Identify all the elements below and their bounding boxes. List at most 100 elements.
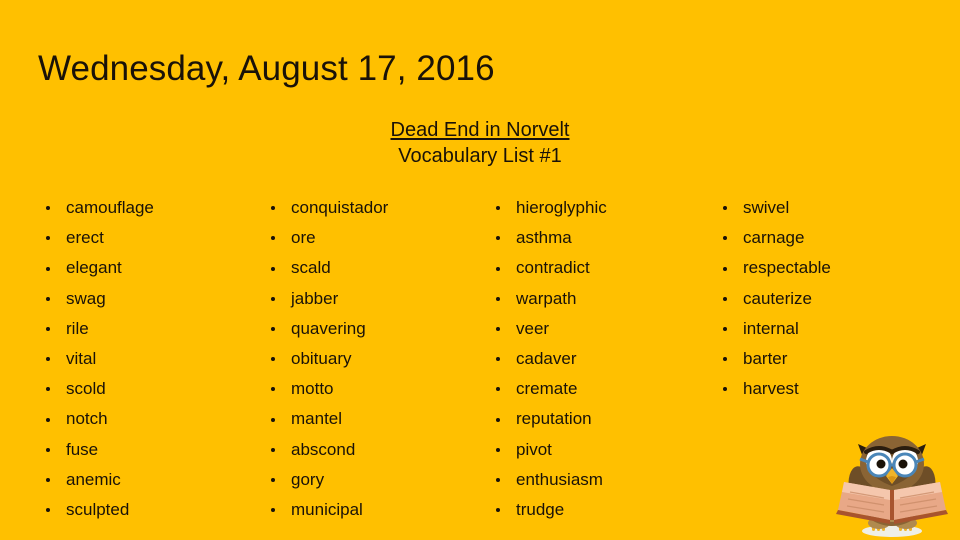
vocabulary-word: cremate: [516, 379, 578, 399]
vocabulary-word: vital: [66, 349, 97, 369]
bullet-icon: [46, 326, 50, 331]
list-item: respectable: [721, 253, 900, 283]
vocabulary-word: swag: [66, 288, 106, 308]
bullet-icon: [46, 266, 50, 271]
list-item: erect: [44, 223, 225, 253]
vocabulary-column-1: conquistador ore scald jabber quavering obitu…: [225, 193, 450, 525]
bullet-icon: [496, 508, 500, 513]
bullet-icon: [496, 387, 500, 392]
page-title: Wednesday, August 17, 2016: [38, 49, 495, 88]
list-item: pivot: [494, 435, 675, 465]
slide-canvas: Wednesday, August 17, 2016 Dead End in N…: [0, 0, 960, 540]
bullet-icon: [46, 417, 50, 422]
vocabulary-word: veer: [516, 318, 550, 338]
vocabulary-word: anemic: [66, 469, 121, 489]
list-item: swag: [44, 284, 225, 314]
list-item: internal: [721, 314, 900, 344]
bullet-icon: [496, 477, 500, 482]
vocabulary-word: asthma: [516, 228, 572, 248]
vocabulary-column-3: swivel carnage respectable cauterize interna…: [675, 193, 900, 404]
list-item: rile: [44, 314, 225, 344]
vocabulary-column-2: hieroglyphic asthma contradict warpath veer c…: [450, 193, 675, 525]
vocabulary-word: scald: [291, 258, 331, 278]
bullet-icon: [271, 206, 275, 211]
bullet-icon: [46, 387, 50, 392]
bullet-icon: [46, 508, 50, 513]
bullet-icon: [271, 266, 275, 271]
subtitle-block: Dead End in Norvelt Vocabulary List #1: [0, 117, 960, 169]
list-item: ore: [269, 223, 450, 253]
vocabulary-columns: camouflage erect elegant swag rile vital scold…: [0, 193, 960, 525]
vocabulary-word: fuse: [66, 439, 99, 459]
list-item: contradict: [494, 253, 675, 283]
bullet-icon: [496, 357, 500, 362]
vocabulary-word: obituary: [291, 349, 352, 369]
bullet-icon: [496, 296, 500, 301]
vocabulary-word: barter: [743, 349, 788, 369]
vocabulary-word: elegant: [66, 258, 122, 278]
bullet-icon: [271, 326, 275, 331]
list-item: barter: [721, 344, 900, 374]
vocabulary-word: camouflage: [66, 198, 154, 217]
bullet-icon: [46, 477, 50, 482]
bullet-icon: [46, 206, 50, 211]
vocabulary-word: hieroglyphic: [516, 198, 607, 217]
bullet-icon: [496, 447, 500, 452]
list-item: hieroglyphic: [494, 193, 675, 223]
vocabulary-word: sculpted: [66, 500, 130, 520]
vocabulary-word: scold: [66, 379, 106, 399]
vocabulary-word: reputation: [516, 409, 592, 429]
bullet-icon: [723, 296, 727, 301]
vocabulary-word: municipal: [291, 500, 363, 520]
list-item: notch: [44, 404, 225, 434]
list-item: cremate: [494, 374, 675, 404]
bullet-icon: [496, 236, 500, 241]
list-item: veer: [494, 314, 675, 344]
vocabulary-word: contradict: [516, 258, 590, 278]
bullet-icon: [496, 417, 500, 422]
list-item: cauterize: [721, 284, 900, 314]
vocabulary-list-1: conquistador ore scald jabber quavering obitu…: [269, 193, 450, 525]
vocabulary-word: cauterize: [743, 288, 812, 308]
bullet-icon: [723, 206, 727, 211]
list-item: mantel: [269, 404, 450, 434]
owl-reading-book-icon: [828, 424, 956, 540]
vocabulary-word: gory: [291, 469, 325, 489]
bullet-icon: [271, 477, 275, 482]
vocabulary-list-0: camouflage erect elegant swag rile vital scold…: [44, 193, 225, 525]
list-item: anemic: [44, 465, 225, 495]
vocabulary-word: pivot: [516, 439, 552, 459]
bullet-icon: [496, 266, 500, 271]
vocabulary-list-2: hieroglyphic asthma contradict warpath veer c…: [494, 193, 675, 525]
book-title: Dead End in Norvelt: [390, 119, 570, 141]
bullet-icon: [723, 357, 727, 362]
vocabulary-word: quavering: [291, 318, 366, 338]
list-item: quavering: [269, 314, 450, 344]
list-item: gory: [269, 465, 450, 495]
bullet-icon: [46, 357, 50, 362]
vocabulary-word: abscond: [291, 439, 356, 459]
vocabulary-word: mantel: [291, 409, 343, 429]
list-item: vital: [44, 344, 225, 374]
bullet-icon: [271, 236, 275, 241]
vocabulary-word: harvest: [743, 379, 799, 399]
vocabulary-word: motto: [291, 379, 334, 399]
list-item: swivel: [721, 193, 900, 223]
list-item: camouflage: [44, 193, 225, 223]
vocabulary-word: ore: [291, 228, 316, 248]
list-item: enthusiasm: [494, 465, 675, 495]
list-item: carnage: [721, 223, 900, 253]
list-item: abscond: [269, 435, 450, 465]
vocabulary-word: trudge: [516, 500, 565, 520]
list-item: harvest: [721, 374, 900, 404]
bullet-icon: [271, 296, 275, 301]
list-item: fuse: [44, 435, 225, 465]
bullet-icon: [46, 447, 50, 452]
list-item: warpath: [494, 284, 675, 314]
bullet-icon: [723, 326, 727, 331]
vocabulary-word: respectable: [743, 258, 831, 278]
list-item: sculpted: [44, 495, 225, 525]
bullet-icon: [271, 447, 275, 452]
vocabulary-word: enthusiasm: [516, 469, 603, 489]
bullet-icon: [46, 296, 50, 301]
